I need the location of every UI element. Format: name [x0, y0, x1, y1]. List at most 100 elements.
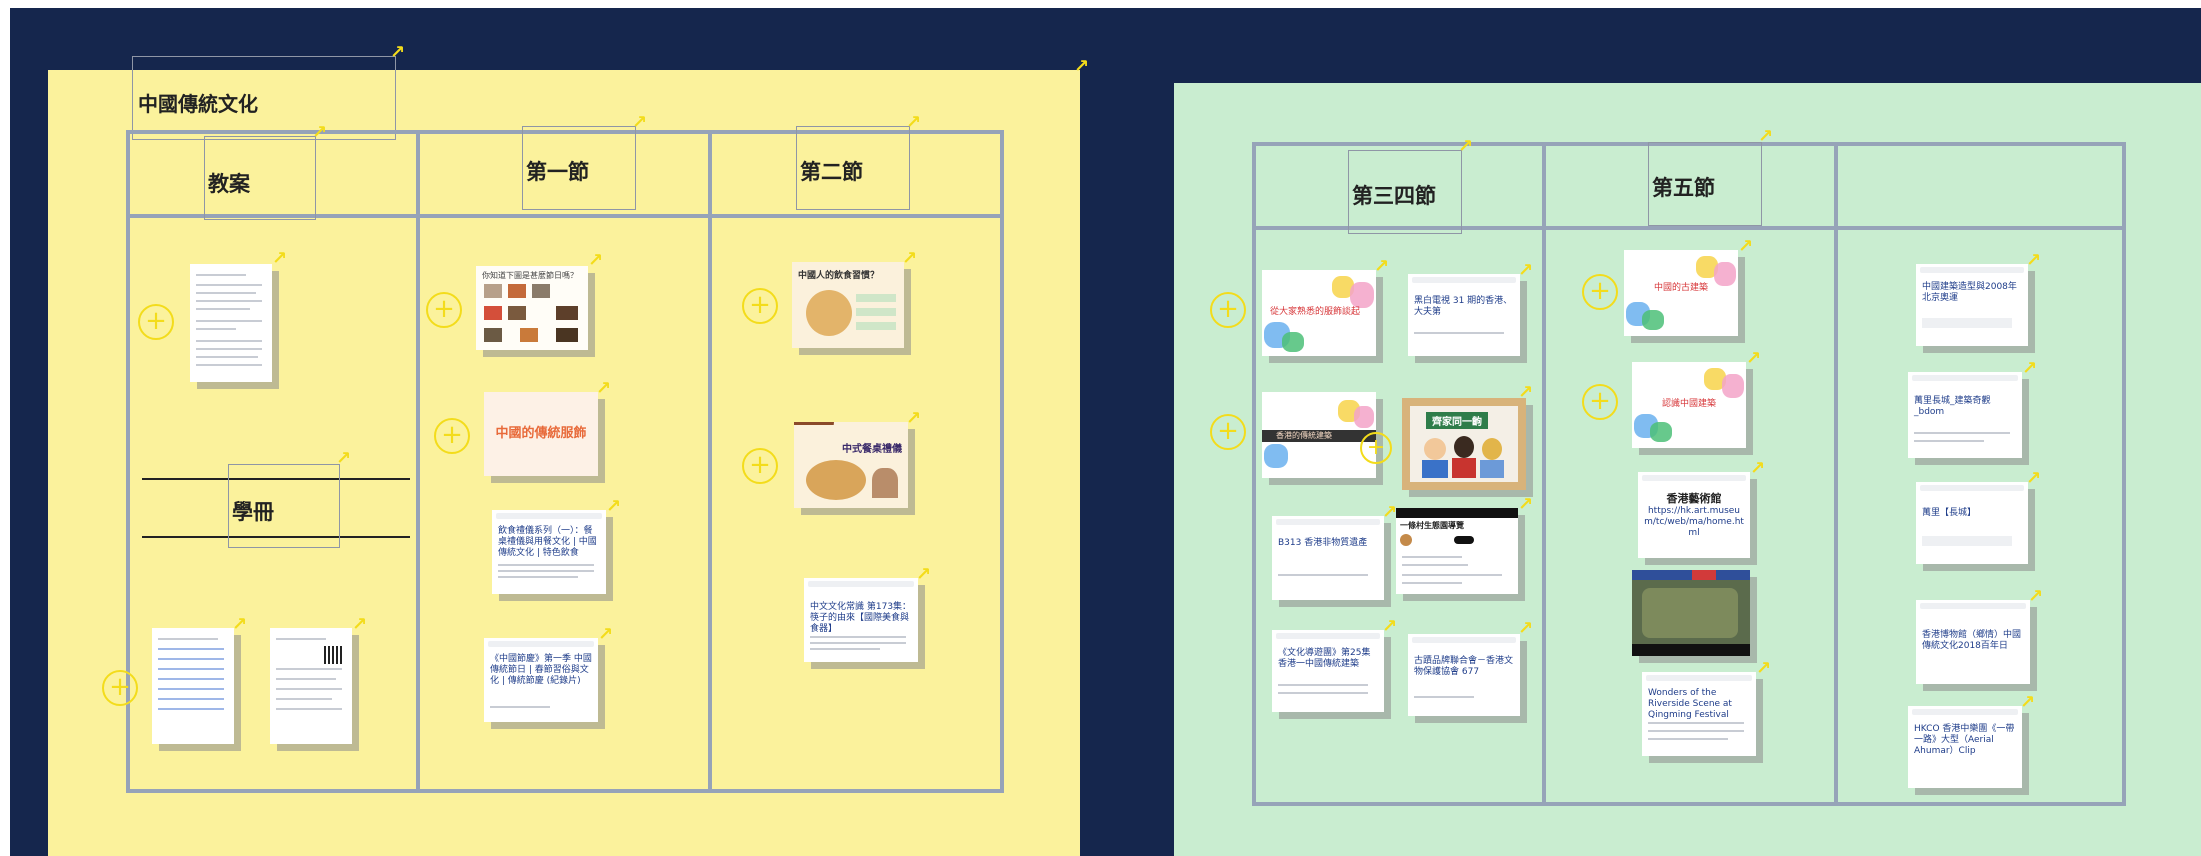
arrow-up-right-icon[interactable]: ↗ — [232, 616, 247, 634]
board-title: 中國傳統文化 — [138, 92, 258, 116]
arrow-up-right-icon[interactable]: ↗ — [1750, 460, 1765, 478]
poster-title: 齊家同一齣 — [1426, 412, 1488, 429]
booklet-label: 學冊 — [232, 500, 274, 524]
divider — [708, 130, 712, 793]
arrow-up-right-icon[interactable]: ↗ — [390, 44, 405, 62]
slide-card[interactable]: 中國人的飲食習慣？ — [792, 262, 904, 348]
link-card[interactable]: 香港博物館（鄉情）中國傳統文化2018百年日 — [1916, 600, 2030, 684]
arrow-up-right-icon[interactable]: ↗ — [2028, 588, 2043, 606]
arrow-up-right-icon[interactable]: ↗ — [906, 410, 921, 428]
poster-card[interactable]: 齊家同一齣 — [1402, 398, 1526, 490]
col-header-section-5: 第五節 — [1652, 176, 1715, 200]
arrow-up-right-icon[interactable]: ↗ — [1382, 504, 1397, 522]
add-item-button[interactable]: + — [1210, 414, 1246, 450]
arrow-up-right-icon[interactable]: ↗ — [2026, 252, 2041, 270]
link-url[interactable]: https://hk.art.museum/tc/web/ma/home.htm… — [1644, 506, 1744, 539]
arrow-up-right-icon[interactable]: ↗ — [1374, 258, 1389, 276]
link-card[interactable]: 《中國節慶》第一季 中國傳統節日 | 春節習俗與文化 | 傳統節慶 (紀錄片) — [484, 638, 598, 722]
link-card[interactable]: 《文化導遊團》第25集 香港一中國傳統建築 — [1272, 630, 1384, 712]
link-title: 《文化導遊團》第25集 香港一中國傳統建築 — [1278, 648, 1371, 669]
arrow-up-right-icon[interactable]: ↗ — [2022, 360, 2037, 378]
link-card[interactable]: 香港藝術館 https://hk.art.museum/tc/web/ma/ho… — [1638, 472, 1750, 558]
video-card[interactable]: 一條村生態園導覽 — [1396, 508, 1518, 594]
arrow-up-right-icon[interactable]: ↗ — [902, 250, 917, 268]
arrow-up-right-icon[interactable]: ↗ — [606, 498, 621, 516]
arrow-up-right-icon[interactable]: ↗ — [336, 450, 351, 468]
col-header-section-3-4: 第三四節 — [1352, 184, 1436, 208]
link-title: 《中國節慶》第一季 中國傳統節日 | 春節習俗與文化 | 傳統節慶 (紀錄片) — [490, 654, 592, 686]
col-header-lesson-plan: 教案 — [208, 172, 250, 196]
col-header-section-1: 第一節 — [526, 160, 589, 184]
link-card[interactable]: 黑白電視 31 期的香港、大夫第 — [1408, 274, 1520, 356]
slide-card[interactable]: 你知道下圖是甚麼節日嗎？ — [476, 266, 588, 350]
link-card[interactable]: B313 香港非物質遺產 — [1272, 516, 1384, 600]
arrow-up-right-icon[interactable]: ↗ — [598, 626, 613, 644]
slide-card[interactable]: 中國的傳統服飾 — [484, 392, 598, 476]
link-card[interactable]: 萬里長城_建築奇觀_bdom — [1908, 372, 2022, 458]
divider — [416, 130, 420, 793]
document-card[interactable] — [190, 264, 272, 382]
arrow-up-right-icon[interactable]: ↗ — [272, 250, 287, 268]
slide-title: 從大家熟悉的服飾談起 — [1270, 307, 1361, 317]
slide-card[interactable]: 香港的傳統建築 — [1262, 392, 1376, 478]
whiteboard-canvas[interactable]: ↗ ↗ 中國傳統文化 ↗ 教案 ↗ 第一節 ↗ 第二節 + ↗ ↗ 學冊 + ↗… — [10, 8, 2201, 856]
link-title: 香港博物館（鄉情）中國傳統文化2018百年日 — [1922, 630, 2022, 651]
slide-card[interactable]: 中式餐桌禮儀 — [794, 422, 908, 508]
add-item-button[interactable]: + — [1210, 292, 1246, 328]
slide-card[interactable]: 從大家熟悉的服飾談起 — [1262, 270, 1376, 356]
add-item-button[interactable]: + — [742, 288, 778, 324]
add-item-button[interactable]: + — [1582, 384, 1618, 420]
add-item-button[interactable]: + — [102, 670, 138, 706]
divider — [1834, 142, 1838, 806]
link-title: HKCO 香港中樂團《一帶一路》大型（Aerial Ahumar）Clip — [1914, 724, 2015, 756]
avatar — [1400, 534, 1412, 546]
link-title: 中國建築造型與2008年北京奧運 — [1922, 282, 2017, 303]
link-title: Wonders of the Riverside Scene at Qingmi… — [1648, 688, 1732, 720]
add-item-button[interactable]: + — [434, 418, 470, 454]
arrow-up-right-icon[interactable]: ↗ — [1756, 660, 1771, 678]
arrow-up-right-icon[interactable]: ↗ — [596, 380, 611, 398]
add-item-button[interactable]: + — [742, 448, 778, 484]
arrow-up-right-icon[interactable]: ↗ — [1518, 262, 1533, 280]
link-card[interactable]: 飲食禮儀系列（一）：餐桌禮儀與用餐文化 | 中國傳統文化 | 特色飲食 — [492, 510, 606, 594]
slide-card[interactable]: 中國的古建築 — [1624, 250, 1738, 336]
link-card[interactable]: 古蹟品牌聯合會－香港文物保護協會 677 — [1408, 634, 1520, 716]
arrow-up-right-icon[interactable]: ↗ — [1518, 496, 1533, 514]
arrow-up-right-icon[interactable]: ↗ — [1458, 138, 1473, 156]
link-card[interactable]: HKCO 香港中樂團《一帶一路》大型（Aerial Ahumar）Clip — [1908, 706, 2022, 788]
arrow-up-right-icon[interactable]: ↗ — [312, 124, 327, 142]
slide-title: 中國的古建築 — [1654, 283, 1709, 293]
slide-card[interactable]: 認識中國建築 — [1632, 362, 1746, 448]
add-item-button[interactable]: + — [138, 304, 174, 340]
arrow-up-right-icon[interactable]: ↗ — [1074, 58, 1089, 76]
add-item-button[interactable]: + — [1360, 432, 1392, 464]
arrow-up-right-icon[interactable]: ↗ — [2020, 694, 2035, 712]
video-card[interactable] — [1632, 570, 1750, 656]
add-item-button[interactable]: + — [1582, 274, 1618, 310]
arrow-up-right-icon[interactable]: ↗ — [1382, 618, 1397, 636]
link-card[interactable]: 中文文化常識 第173集：筷子的由來【國際美食與食器】 — [804, 578, 918, 662]
arrow-up-right-icon[interactable]: ↗ — [1758, 128, 1773, 146]
document-card[interactable] — [152, 628, 234, 744]
link-card[interactable]: 萬里【長城】 — [1916, 482, 2028, 564]
link-card[interactable]: Wonders of the Riverside Scene at Qingmi… — [1642, 672, 1756, 756]
link-card[interactable]: 中國建築造型與2008年北京奧運 — [1916, 264, 2028, 346]
col-header-section-2: 第二節 — [800, 160, 863, 184]
arrow-up-right-icon[interactable]: ↗ — [588, 252, 603, 270]
arrow-up-right-icon[interactable]: ↗ — [1746, 350, 1761, 368]
arrow-up-right-icon[interactable]: ↗ — [916, 566, 931, 584]
slide-title: 中式餐桌禮儀 — [842, 444, 902, 455]
arrow-up-right-icon[interactable]: ↗ — [632, 114, 647, 132]
link-title: 萬里長城_建築奇觀_bdom — [1914, 396, 1991, 417]
arrow-up-right-icon[interactable]: ↗ — [352, 616, 367, 634]
arrow-up-right-icon[interactable]: ↗ — [1518, 620, 1533, 638]
arrow-up-right-icon[interactable]: ↗ — [1738, 238, 1753, 256]
arrow-up-right-icon[interactable]: ↗ — [906, 114, 921, 132]
arrow-up-right-icon[interactable]: ↗ — [1518, 384, 1533, 402]
add-item-button[interactable]: + — [426, 292, 462, 328]
arrow-up-right-icon[interactable]: ↗ — [2026, 470, 2041, 488]
link-title: 黑白電視 31 期的香港、大夫第 — [1414, 296, 1513, 317]
slide-title: 認識中國建築 — [1662, 399, 1717, 409]
slide-title: 香港的傳統建築 — [1276, 431, 1332, 440]
document-card[interactable] — [270, 628, 352, 744]
